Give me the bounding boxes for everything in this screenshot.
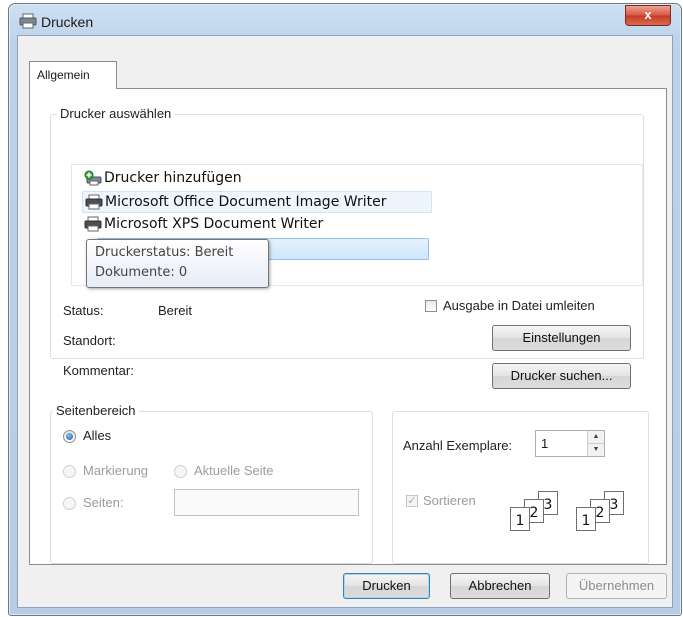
spin-down-icon[interactable]: ▼: [588, 444, 604, 456]
comment-label: Kommentar:: [63, 363, 134, 378]
dialog-client-area: Allgemein Drucker auswählen Drucker hinz…: [17, 35, 673, 608]
tooltip-documents: Dokumente: 0: [95, 265, 188, 280]
apply-button[interactable]: Übernehmen: [566, 573, 667, 599]
print-to-file-label[interactable]: Ausgabe in Datei umleiten: [443, 298, 595, 313]
pages-input[interactable]: [174, 489, 359, 516]
collate-checkbox[interactable]: ✓: [406, 495, 418, 507]
page-range-legend: Seitenbereich: [53, 403, 139, 418]
printer-name: Microsoft Office Document Image Writer: [105, 194, 387, 210]
radio-current-page[interactable]: [174, 465, 187, 478]
current-page-label[interactable]: Aktuelle Seite: [194, 463, 274, 478]
copies-value[interactable]: 1: [541, 436, 548, 451]
selection-label[interactable]: Markierung: [83, 463, 148, 478]
print-to-file-checkbox[interactable]: [425, 300, 437, 312]
tab-label: Allgemein: [37, 68, 90, 82]
printer-name: Microsoft XPS Document Writer: [104, 216, 324, 232]
radio-pages[interactable]: [63, 497, 76, 510]
printer-icon: [84, 216, 102, 232]
tab-allgemein[interactable]: Allgemein: [29, 61, 117, 89]
printer-status-tooltip: Druckerstatus: Bereit Dokumente: 0: [86, 239, 269, 288]
copies-label: Anzahl Exemplare:: [403, 438, 513, 453]
title-bar[interactable]: Drucken x: [9, 4, 681, 38]
printer-icon: [85, 194, 103, 210]
print-button[interactable]: Drucken: [343, 573, 430, 599]
printer-name: Drucker hinzufügen: [104, 170, 242, 186]
general-tab-panel: Drucker auswählen Drucker hinzufügen Mic…: [29, 88, 667, 565]
copies-group: [392, 411, 649, 564]
printer-item-add[interactable]: Drucker hinzufügen: [82, 168, 242, 188]
radio-all[interactable]: [63, 430, 76, 443]
preferences-button[interactable]: Einstellungen: [492, 325, 631, 351]
find-printer-button[interactable]: Drucker suchen...: [492, 363, 631, 389]
printer-group-legend: Drucker auswählen: [57, 106, 175, 121]
pages-label[interactable]: Seiten:: [83, 495, 123, 510]
status-value: Bereit: [158, 303, 192, 318]
all-label[interactable]: Alles: [83, 428, 111, 443]
collate-illustration-2: 3 2 1: [574, 491, 634, 537]
tooltip-status: Druckerstatus: Bereit: [95, 245, 234, 260]
add-printer-icon: [84, 170, 102, 186]
print-dialog-window: Drucken x Allgemein Drucker auswählen Dr…: [8, 3, 682, 616]
collate-label[interactable]: Sortieren: [423, 493, 476, 508]
collate-illustration-1: 3 2 1: [508, 491, 568, 537]
printer-item-xps-writer[interactable]: Microsoft XPS Document Writer: [82, 214, 323, 234]
printer-item-office-image-writer[interactable]: Microsoft Office Document Image Writer: [82, 191, 432, 213]
spin-buttons[interactable]: ▲ ▼: [587, 431, 604, 456]
status-label: Status:: [63, 303, 104, 318]
printer-icon: [19, 13, 37, 29]
location-label: Standort:: [63, 333, 116, 348]
cancel-button[interactable]: Abbrechen: [450, 573, 550, 599]
close-icon: x: [644, 7, 652, 22]
spin-up-icon[interactable]: ▲: [588, 431, 604, 444]
radio-selection[interactable]: [63, 465, 76, 478]
window-title: Drucken: [41, 14, 94, 30]
copies-stepper[interactable]: 1 ▲ ▼: [535, 430, 605, 457]
close-button[interactable]: x: [625, 5, 671, 26]
collate-page-1: 1: [510, 507, 530, 531]
collate-page-1: 1: [576, 507, 596, 531]
